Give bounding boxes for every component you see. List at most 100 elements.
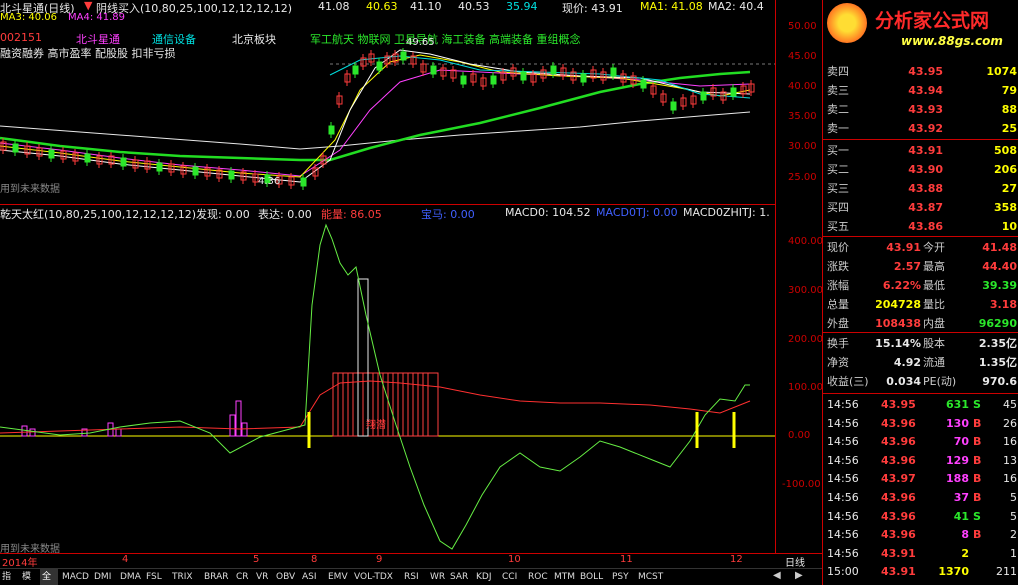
ask-row[interactable]: 卖二 43.93 88 xyxy=(823,100,1018,119)
attribute-tags: 融资融券 高市盈率 配股股 扣非亏损 xyxy=(0,47,176,60)
stat-value-2: 39.39 xyxy=(982,279,1017,292)
tab-mcst[interactable]: MCST xyxy=(636,569,666,585)
sub-indicator-name[interactable]: 乾天太红(10,80,25,100,12,12,12,12) xyxy=(0,206,196,222)
tab-fsl[interactable]: FSL xyxy=(144,569,168,585)
bid-label: 买四 xyxy=(827,201,849,214)
bid-row[interactable]: 买二 43.90 206 xyxy=(823,160,1018,179)
tab-指标[interactable]: 指标 xyxy=(0,569,18,585)
trade-time: 14:56 xyxy=(827,509,859,523)
axis-tick: 50.00 xyxy=(788,21,817,32)
month-label: 10 xyxy=(508,554,521,565)
trade-time: 14:56 xyxy=(827,491,859,504)
tab-emv[interactable]: EMV xyxy=(326,569,350,585)
tab-dmi[interactable]: DMI xyxy=(92,569,116,585)
axis-tick: 45.00 xyxy=(788,51,817,62)
trade-price: 43.96 xyxy=(881,528,916,542)
trade-count: 16 xyxy=(1003,472,1017,486)
bid-volume: 508 xyxy=(994,144,1017,157)
green-oscillator-line xyxy=(0,223,750,550)
period-label[interactable]: 日线 xyxy=(785,554,805,569)
bid-volume: 358 xyxy=(994,201,1017,214)
tab-trix[interactable]: TRIX xyxy=(170,569,200,585)
trade-row[interactable]: 14:56 43.91 2 1 xyxy=(823,545,1018,563)
sector-tag-2[interactable]: 北京板块 xyxy=(232,31,276,47)
trade-volume: 37 xyxy=(953,491,969,504)
month-label: 11 xyxy=(620,554,633,565)
express-value: 表达: 0.00 xyxy=(258,208,312,221)
bid-row[interactable]: 买五 43.86 10 xyxy=(823,217,1018,236)
tab-roc[interactable]: ROC xyxy=(526,569,550,585)
trade-row[interactable]: 14:56 43.95 631 S 45 xyxy=(823,396,1018,414)
indicator-title[interactable]: 阴线买入(10,80,25,100,12,12,12,12) xyxy=(96,0,292,16)
trade-side: B xyxy=(973,472,982,486)
arrow-right-icon[interactable]: ▶ xyxy=(795,570,803,581)
trade-price: 43.91 xyxy=(881,565,916,579)
tab-macd[interactable]: MACD xyxy=(60,569,90,585)
candle-body xyxy=(400,51,407,61)
tab-boll[interactable]: BOLL xyxy=(578,569,608,585)
time-axis: 2014年 4 5 8 9 10 11 12 日线 xyxy=(0,553,822,569)
stock-code: 002151 xyxy=(0,31,42,44)
tab-rsi[interactable]: RSI xyxy=(402,569,426,585)
trade-count: 16 xyxy=(1003,435,1017,449)
trade-row[interactable]: 14:56 43.96 130 B 26 xyxy=(823,415,1018,433)
arrow-left-icon[interactable]: ◀ xyxy=(773,570,781,581)
trade-side: B xyxy=(973,416,982,430)
trade-row[interactable]: 14:56 43.96 70 B 16 xyxy=(823,433,1018,451)
tab-mtm[interactable]: MTM xyxy=(552,569,576,585)
ask-row[interactable]: 卖一 43.92 25 xyxy=(823,119,1018,138)
tab-vol-tdx[interactable]: VOL-TDX xyxy=(352,569,400,585)
tab-wr[interactable]: WR xyxy=(428,569,446,585)
stat-row: 涨跌 2.57 最高 44.40 xyxy=(823,257,1018,276)
ask-price: 43.95 xyxy=(908,65,943,78)
trade-row[interactable]: 14:56 43.96 37 B 5 xyxy=(823,489,1018,507)
bid-row[interactable]: 买三 43.88 27 xyxy=(823,179,1018,198)
stat-row: 涨幅 6.22% 最低 39.39 xyxy=(823,276,1018,295)
tab-模板[interactable]: 模板 xyxy=(20,569,38,585)
stat-value: 108438 xyxy=(875,317,921,330)
candlestick-group xyxy=(0,48,755,190)
fundamental-value-2: 970.6 xyxy=(982,375,1017,388)
bid-volume: 27 xyxy=(1001,182,1017,195)
bid-row[interactable]: 买一 43.91 508 xyxy=(823,141,1018,160)
tab-dma[interactable]: DMA xyxy=(118,569,142,585)
trade-time: 14:56 xyxy=(827,546,859,560)
stat-label-2: 内盘 xyxy=(923,317,945,330)
tab-cci[interactable]: CCI xyxy=(500,569,524,585)
trade-count: 26 xyxy=(1003,416,1017,430)
ask-row[interactable]: 卖三 43.94 79 xyxy=(823,81,1018,100)
trade-count: 5 xyxy=(1010,491,1017,504)
fundamental-label-2: 流通 xyxy=(923,356,945,369)
concept-tags[interactable]: 军工航天 物联网 卫星导航 海工装备 高端装备 重组概念 xyxy=(310,31,580,47)
tab-psy[interactable]: PSY xyxy=(610,569,634,585)
tab-cr[interactable]: CR xyxy=(234,569,252,585)
sub-chart-svg[interactable] xyxy=(0,205,775,552)
fundamental-label-2: 股本 xyxy=(923,337,945,350)
trade-row[interactable]: 14:56 43.97 188 B 16 xyxy=(823,470,1018,488)
tab-sar[interactable]: SAR xyxy=(448,569,472,585)
tab-obv[interactable]: OBV xyxy=(274,569,298,585)
ask-row[interactable]: 卖四 43.95 1074 xyxy=(823,62,1018,81)
bid-price: 43.86 xyxy=(908,220,943,233)
trade-price: 43.96 xyxy=(881,435,916,449)
trade-row[interactable]: 15:00 43.91 1370 211 xyxy=(823,563,1018,581)
tab-brar[interactable]: BRAR xyxy=(202,569,232,585)
stock-chart-app: { "title_bar": { "stock_name": "北斗星通(日线)… xyxy=(0,0,1018,585)
horse-value: 宝马: 0.00 xyxy=(421,208,475,221)
year-label: 2014年 xyxy=(2,558,38,569)
bid-row[interactable]: 买四 43.87 358 xyxy=(823,198,1018,217)
bid-volume: 206 xyxy=(994,163,1017,176)
ask-label: 卖四 xyxy=(827,65,849,78)
tab-kdj[interactable]: KDJ xyxy=(474,569,498,585)
candle-body xyxy=(352,65,359,75)
trade-row[interactable]: 14:56 43.96 41 S 5 xyxy=(823,508,1018,526)
trade-volume: 8 xyxy=(961,528,969,542)
tab-asi[interactable]: ASI xyxy=(300,569,324,585)
trade-row[interactable]: 14:56 43.96 129 B 13 xyxy=(823,452,1018,470)
tab-vr[interactable]: VR xyxy=(254,569,272,585)
tab-全部[interactable]: 全部 xyxy=(40,569,58,585)
trade-row[interactable]: 14:56 43.96 8 B 2 xyxy=(823,526,1018,544)
sub-indicator-chart[interactable] xyxy=(0,205,775,552)
stat-value: 6.22% xyxy=(882,279,921,292)
high-price-annotation: 49.65 xyxy=(406,37,435,48)
